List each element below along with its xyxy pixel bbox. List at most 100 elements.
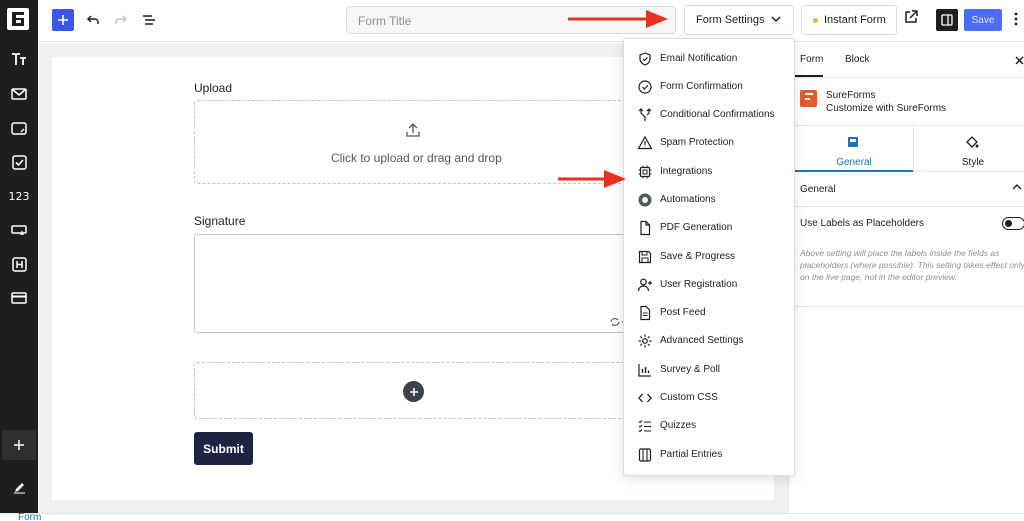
brand-description: Customize with SureForms <box>826 103 947 114</box>
check-circle-icon <box>638 80 652 94</box>
left-toolbar: 123 <box>0 0 38 521</box>
form-settings-button[interactable]: Form Settings <box>684 5 794 35</box>
divider <box>789 206 1024 207</box>
menu-item-quizzes[interactable]: Quizzes <box>624 414 794 438</box>
more-options-icon[interactable] <box>1014 12 1018 29</box>
menu-item-label: Integrations <box>660 166 713 177</box>
menu-item-label: Partial Entries <box>660 449 723 460</box>
subtab-general[interactable]: General <box>795 126 913 172</box>
menu-item-post-feed[interactable]: Post Feed <box>624 301 794 325</box>
editor-header: Form Title Form Settings Instant Form Sa… <box>38 0 1024 42</box>
labels-as-placeholders-toggle[interactable] <box>1002 217 1024 230</box>
plus-icon <box>58 15 68 25</box>
menu-item-form-confirmation[interactable]: Form Confirmation <box>624 75 794 99</box>
signature-field-label: Signature <box>194 214 246 228</box>
submit-button[interactable]: Submit <box>194 432 253 465</box>
menu-item-survey-poll[interactable]: Survey & Poll <box>624 358 794 382</box>
envelope-icon[interactable] <box>0 82 38 106</box>
branch-icon <box>638 108 652 121</box>
menu-item-label: Save & Progress <box>660 251 736 262</box>
breadcrumb[interactable]: Form <box>18 513 41 521</box>
automation-icon <box>638 193 652 207</box>
gear-icon <box>638 334 652 348</box>
user-plus-icon <box>637 278 652 292</box>
menu-item-label: User Registration <box>660 279 738 290</box>
menu-item-custom-css[interactable]: Custom CSS <box>624 386 794 410</box>
undo-icon <box>86 15 99 24</box>
edit-pencil-icon[interactable] <box>0 475 38 499</box>
menu-item-label: Conditional Confirmations <box>660 109 775 120</box>
dropdown-field-icon[interactable] <box>0 218 38 242</box>
menu-item-label: Email Notification <box>660 53 738 64</box>
subtab-style[interactable]: Style <box>913 126 1024 172</box>
redo-icon <box>115 15 128 24</box>
sureforms-brand-icon <box>800 90 817 107</box>
heading-icon[interactable] <box>0 252 38 276</box>
bar-chart-icon <box>638 364 651 377</box>
settings-sidebar: Form Block SureForms Customize with Sure… <box>788 43 1024 513</box>
menu-item-save-progress[interactable]: Save & Progress <box>624 245 794 269</box>
external-link-icon[interactable] <box>904 10 918 27</box>
layout-icon <box>848 137 858 147</box>
close-icon[interactable] <box>1015 54 1024 68</box>
annotation-arrow-icon <box>558 170 626 188</box>
typography-icon[interactable] <box>0 48 38 72</box>
menu-item-email-notification[interactable]: Email Notification <box>624 47 794 71</box>
brand-name: SureForms <box>826 90 876 101</box>
menu-item-automations[interactable]: Automations <box>624 188 794 212</box>
add-block-zone[interactable] <box>194 362 634 419</box>
warning-icon <box>637 135 653 150</box>
undo-button[interactable] <box>82 9 104 31</box>
add-block-button[interactable] <box>52 9 74 31</box>
menu-item-label: Quizzes <box>660 420 697 431</box>
tab-form[interactable]: Form <box>800 54 823 65</box>
tab-block[interactable]: Block <box>845 54 869 65</box>
instant-form-button[interactable]: Instant Form <box>801 5 897 35</box>
subtab-style-label: Style <box>961 157 985 168</box>
upload-field-label: Upload <box>194 81 233 95</box>
columns-icon <box>638 448 652 462</box>
document-overview-button[interactable] <box>138 9 160 31</box>
save-icon <box>638 250 652 264</box>
menu-item-conditional-confirmations[interactable]: Conditional Confirmations <box>624 103 794 127</box>
shield-icon <box>639 52 651 66</box>
list-view-icon <box>143 15 155 25</box>
add-block-plus-button[interactable] <box>403 381 424 402</box>
menu-item-label: Advanced Settings <box>660 335 744 346</box>
menu-item-spam-protection[interactable]: Spam Protection <box>624 131 794 155</box>
payment-card-icon[interactable] <box>0 286 38 310</box>
setting-help-text: Above setting will place the labels insi… <box>800 248 1024 282</box>
textarea-icon[interactable] <box>0 116 38 140</box>
chevron-down-icon <box>771 16 781 23</box>
checklist-icon <box>638 420 651 433</box>
menu-item-label: Spam Protection <box>660 137 734 148</box>
menu-item-partial-entries[interactable]: Partial Entries <box>624 443 794 467</box>
sidebar-icon <box>941 14 953 26</box>
redo-button[interactable] <box>110 9 132 31</box>
add-field-icon[interactable] <box>2 430 36 460</box>
checkbox-icon[interactable] <box>0 150 38 174</box>
save-button[interactable]: Save <box>964 9 1002 31</box>
subtab-general-label: General <box>836 157 872 168</box>
number-field-icon[interactable]: 123 <box>0 184 38 208</box>
menu-item-label: Post Feed <box>660 307 706 318</box>
menu-item-label: PDF Generation <box>660 222 733 233</box>
divider <box>789 306 1024 307</box>
sureforms-logo-icon[interactable] <box>7 8 29 30</box>
menu-item-label: Custom CSS <box>660 392 718 403</box>
chevron-up-icon[interactable] <box>1012 182 1022 194</box>
menu-item-pdf-generation[interactable]: PDF Generation <box>624 216 794 240</box>
menu-item-user-registration[interactable]: User Registration <box>624 273 794 297</box>
menu-item-advanced-settings[interactable]: Advanced Settings <box>624 329 794 353</box>
code-icon <box>638 393 652 403</box>
annotation-arrow-icon <box>568 10 668 28</box>
chip-icon <box>638 165 652 179</box>
document-icon <box>640 305 651 321</box>
settings-sidebar-toggle[interactable] <box>936 9 958 31</box>
status-dot <box>813 18 818 23</box>
menu-item-integrations[interactable]: Integrations <box>624 160 794 184</box>
menu-item-label: Form Confirmation <box>660 81 743 92</box>
form-settings-label: Form Settings <box>696 14 765 26</box>
signature-pad[interactable] <box>194 234 634 333</box>
general-section-heading[interactable]: General <box>800 184 836 195</box>
